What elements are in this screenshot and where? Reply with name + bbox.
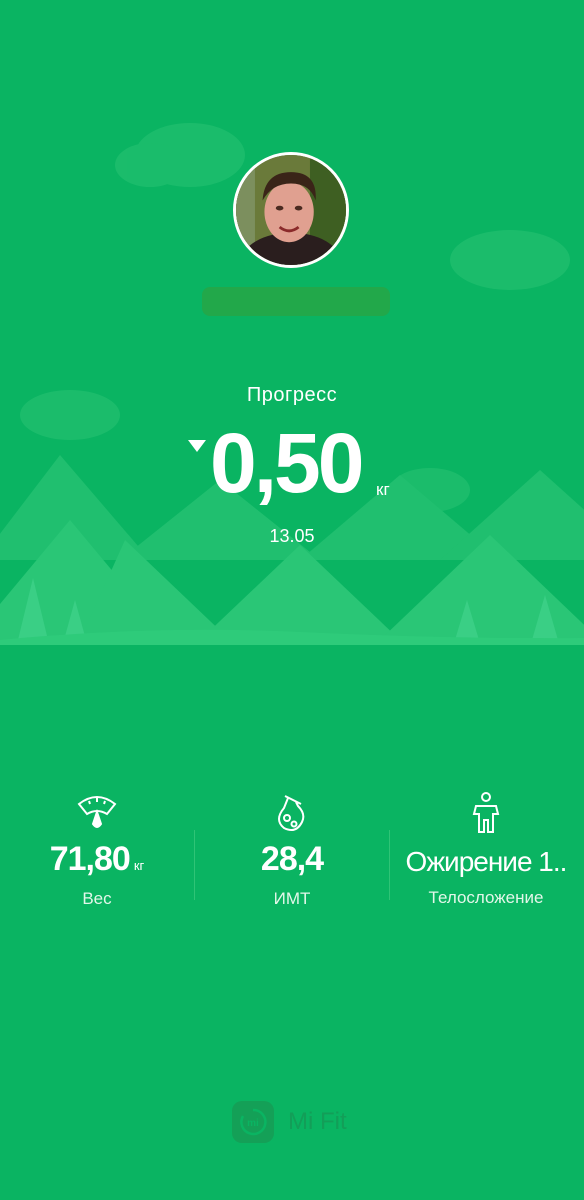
username-placeholder	[202, 287, 390, 316]
down-arrow-icon	[188, 440, 206, 452]
progress-date: 13.05	[269, 526, 315, 546]
logo-text: mi	[247, 1118, 259, 1129]
progress-value: 0,50	[210, 416, 364, 510]
progress-display[interactable]: 0,50 кг	[0, 418, 584, 508]
progress-unit: кг	[376, 480, 390, 499]
user-avatar[interactable]	[233, 152, 349, 268]
body-type-value: Ожирение 1..	[405, 846, 568, 877]
weight-label: Вес	[82, 889, 112, 908]
stat-body-type[interactable]: Ожирение 1.. Телосложение	[389, 790, 583, 908]
weight-unit: кг	[133, 858, 145, 873]
progress-label: Прогресс	[246, 384, 338, 406]
stat-weight[interactable]: 71,80 кг Вес	[0, 790, 194, 909]
weight-value: 71,80 кг	[0, 840, 194, 879]
mi-fit-logo-icon: mi	[232, 1101, 274, 1143]
avatar-photo	[236, 155, 346, 265]
scale-icon	[77, 796, 117, 828]
body-figure-icon	[472, 792, 500, 833]
mi-fit-brand: mi Mi Fit	[232, 1100, 347, 1144]
bmi-label: ИМТ	[273, 889, 311, 908]
body-type-label: Телосложение	[428, 888, 544, 907]
weight-number: 71,80	[49, 840, 131, 878]
brand-name: Mi Fit	[288, 1108, 347, 1135]
bmi-flask-icon	[278, 795, 305, 831]
bmi-value: 28,4	[260, 840, 324, 878]
background-landscape	[0, 123, 584, 660]
stat-bmi[interactable]: 28,4 ИМТ	[195, 790, 389, 909]
